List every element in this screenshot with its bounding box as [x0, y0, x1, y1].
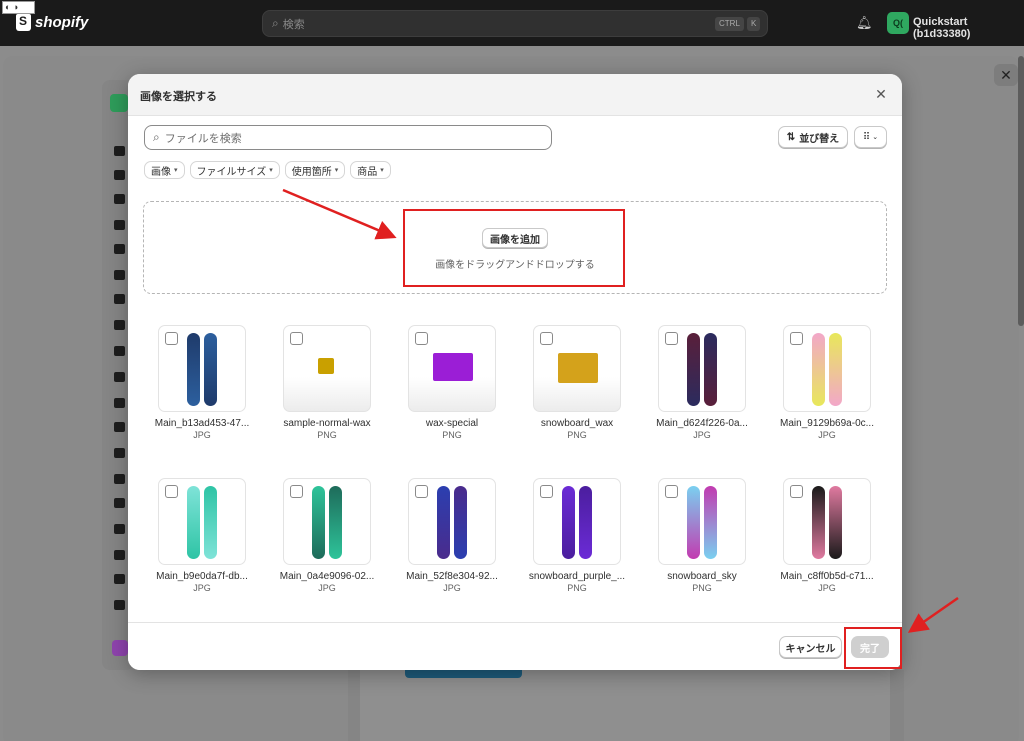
file-checkbox[interactable]	[790, 485, 803, 498]
file-checkbox[interactable]	[290, 332, 303, 345]
file-checkbox[interactable]	[415, 332, 428, 345]
file-checkbox[interactable]	[290, 485, 303, 498]
annotation-arrows	[282, 188, 959, 633]
file-checkbox[interactable]	[540, 332, 553, 345]
file-checkbox[interactable]	[540, 485, 553, 498]
file-checkbox[interactable]	[790, 332, 803, 345]
file-checkbox[interactable]	[165, 332, 178, 345]
file-checkbox[interactable]	[415, 485, 428, 498]
file-checkbox[interactable]	[665, 485, 678, 498]
file-checkbox[interactable]	[165, 485, 178, 498]
file-checkbox[interactable]	[665, 332, 678, 345]
annotation-arrow	[907, 596, 959, 633]
annotation-arrow	[282, 188, 397, 240]
